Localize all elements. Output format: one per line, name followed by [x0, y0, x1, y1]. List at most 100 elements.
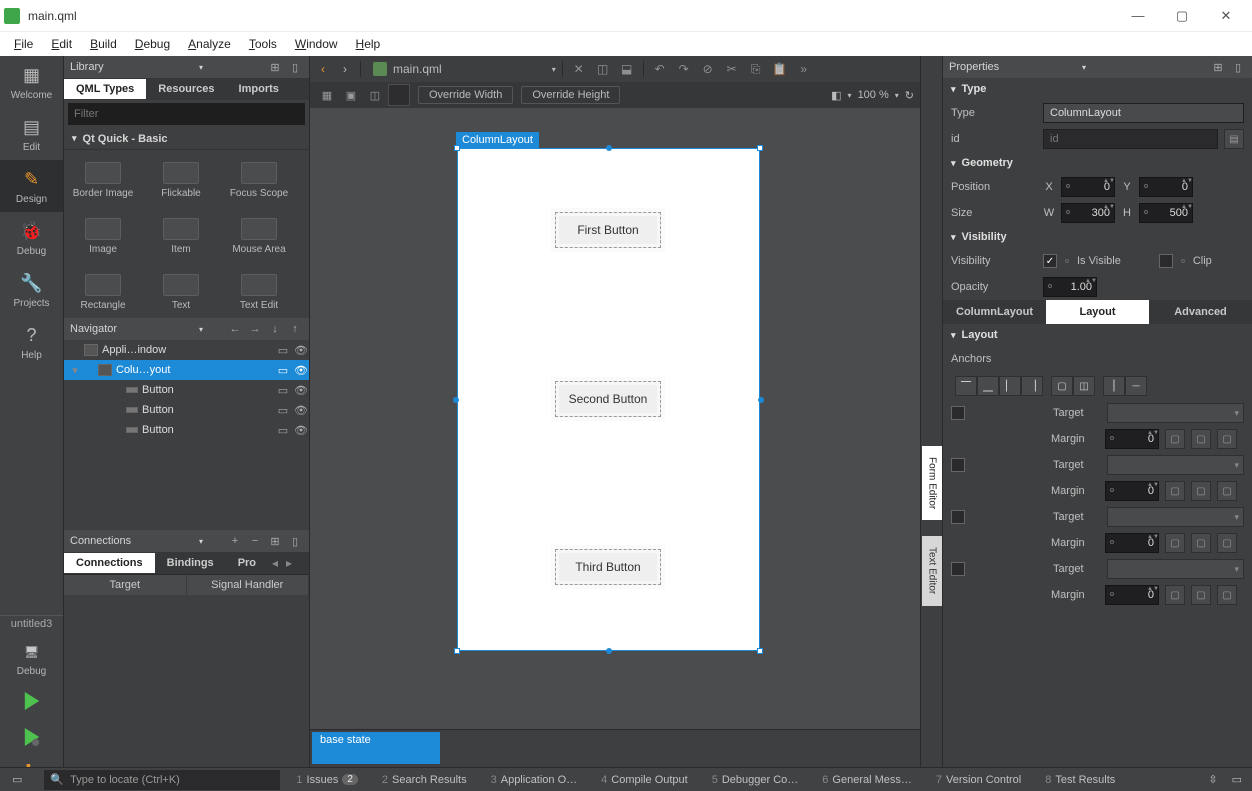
library-category[interactable]: Qt Quick - Basic	[64, 128, 309, 150]
zoom-label[interactable]: 100 %	[858, 89, 889, 101]
ptab-columnlayout[interactable]: ColumnLayout	[943, 300, 1046, 324]
target-combo[interactable]: ▾	[1107, 507, 1244, 527]
conn-split-icon[interactable]: ⊞	[267, 533, 283, 549]
anchors-tool-icon[interactable]: ◫	[364, 84, 386, 106]
status-vcs[interactable]: 7Version Control	[928, 774, 1029, 786]
menu-debug[interactable]: Debug	[127, 35, 178, 53]
color-tool-icon[interactable]: ◧	[831, 89, 841, 102]
button-second[interactable]: Second Button	[555, 381, 661, 417]
menu-help[interactable]: Help	[348, 35, 389, 53]
nav-row-button[interactable]: Button▭👁	[64, 400, 309, 420]
library-filter-input[interactable]: Filter	[68, 103, 305, 125]
type-field[interactable]: ColumnLayout	[1043, 103, 1244, 123]
redo-icon[interactable]: ↷	[674, 59, 694, 79]
item-focus-scope[interactable]: Focus Scope	[220, 152, 298, 208]
item-mouse-area[interactable]: Mouse Area	[220, 208, 298, 264]
section-type[interactable]: Type	[943, 78, 1252, 100]
id-input[interactable]: id	[1043, 129, 1218, 149]
tab-pro[interactable]: Pro	[226, 553, 268, 573]
paste-icon[interactable]: 📋	[770, 59, 790, 79]
button-third[interactable]: Third Button	[555, 549, 661, 585]
status-issues[interactable]: 1Issues2	[288, 774, 365, 786]
tab-bindings[interactable]: Bindings	[155, 553, 226, 573]
status-debugger[interactable]: 5Debugger Co…	[704, 774, 807, 786]
more-icon[interactable]: »	[794, 59, 814, 79]
copy-icon[interactable]: ⎘	[746, 59, 766, 79]
refresh-icon[interactable]: ↻	[905, 89, 914, 102]
anchor-center-icon[interactable]: ◫	[1073, 376, 1095, 396]
stop-icon[interactable]: ⊘	[698, 59, 718, 79]
tab-form-editor[interactable]: Form Editor	[922, 446, 942, 520]
margin-mode-icon[interactable]: ▢	[1165, 429, 1185, 449]
connections-col-target[interactable]: Target	[64, 575, 187, 595]
section-visibility[interactable]: Visibility	[943, 226, 1252, 248]
status-tests[interactable]: 8Test Results	[1037, 774, 1123, 786]
target-combo[interactable]: ▾	[1107, 403, 1244, 423]
anchor-right-icon[interactable]: ▕	[1021, 376, 1043, 396]
run-debug-button[interactable]	[0, 719, 63, 755]
tab-resources[interactable]: Resources	[146, 79, 226, 99]
status-close-pane-icon[interactable]: ▭	[1232, 773, 1242, 786]
library-close-icon[interactable]: ▯	[287, 59, 303, 75]
override-height-input[interactable]: Override Height	[521, 86, 620, 104]
status-compile[interactable]: 4Compile Output	[593, 774, 696, 786]
reset-size-icon[interactable]	[388, 84, 410, 106]
width-input[interactable]: 300▲▼	[1061, 203, 1115, 223]
status-updown-icon[interactable]: ⇳	[1208, 773, 1217, 786]
window-minimize-button[interactable]: —	[1116, 2, 1160, 30]
split-v-icon[interactable]: ⬓	[617, 59, 637, 79]
kit-label[interactable]: Debug	[0, 666, 63, 677]
anchor-enable-checkbox[interactable]	[951, 510, 965, 524]
anchor-hcenter-icon[interactable]: ─	[1125, 376, 1147, 396]
height-input[interactable]: 500▲▼	[1139, 203, 1193, 223]
tab-scroll-left[interactable]: ◂	[268, 556, 282, 570]
design-canvas[interactable]: ColumnLayout First Button Second Button …	[310, 108, 920, 729]
props-close-icon[interactable]: ▯	[1230, 59, 1246, 75]
menu-edit[interactable]: Edit	[43, 35, 80, 53]
tab-connections[interactable]: Connections	[64, 553, 155, 573]
pos-y-input[interactable]: 0▲▼	[1139, 177, 1193, 197]
tab-qml-types[interactable]: QML Types	[64, 79, 146, 99]
nav-row-button[interactable]: Button▭👁	[64, 420, 309, 440]
menu-window[interactable]: Window	[287, 35, 346, 53]
window-close-button[interactable]: ✕	[1204, 2, 1248, 30]
status-search[interactable]: 2Search Results	[374, 774, 475, 786]
anchor-bottom-icon[interactable]: ⎽	[977, 376, 999, 396]
item-border-image[interactable]: Border Image	[64, 152, 142, 208]
cut-icon[interactable]: ✂	[722, 59, 742, 79]
margin-input[interactable]: 0▲▼	[1105, 585, 1159, 605]
anchor-vcenter-icon[interactable]: ⎮	[1103, 376, 1125, 396]
target-combo[interactable]: ▾	[1107, 559, 1244, 579]
locator-input[interactable]: 🔍Type to locate (Ctrl+K)	[44, 770, 280, 790]
doc-back-icon[interactable]: ‹	[314, 62, 332, 76]
override-width-input[interactable]: Override Width	[418, 86, 513, 104]
mode-help[interactable]: ?Help	[0, 316, 63, 368]
margin-input[interactable]: 0▲▼	[1105, 481, 1159, 501]
nav-left-icon[interactable]: ←	[227, 321, 243, 337]
window-maximize-button[interactable]: ▢	[1160, 2, 1204, 30]
item-rectangle[interactable]: Rectangle	[64, 264, 142, 318]
document-tab[interactable]: main.qml	[367, 62, 448, 76]
snap-icon[interactable]: ▦	[316, 84, 338, 106]
mode-edit[interactable]: ▤Edit	[0, 108, 63, 160]
menu-build[interactable]: Build	[82, 35, 125, 53]
close-doc-icon[interactable]: ✕	[569, 59, 589, 79]
section-layout[interactable]: Layout	[943, 324, 1252, 346]
clip-checkbox[interactable]	[1159, 254, 1173, 268]
menu-file[interactable]: File	[6, 35, 41, 53]
tab-scroll-right[interactable]: ▸	[282, 556, 296, 570]
anchor-fill-icon[interactable]: ▢	[1051, 376, 1073, 396]
conn-remove-icon[interactable]: −	[247, 533, 263, 549]
nav-up-icon[interactable]: ↑	[287, 321, 303, 337]
nav-row-window[interactable]: Appli…indow▭👁	[64, 340, 309, 360]
menu-analyze[interactable]: Analyze	[180, 35, 239, 53]
kit-icon[interactable]: 🖥	[16, 638, 48, 666]
mode-debug[interactable]: 🐞Debug	[0, 212, 63, 264]
mode-design[interactable]: ✎Design	[0, 160, 63, 212]
anchor-enable-checkbox[interactable]	[951, 406, 965, 420]
anchor-enable-checkbox[interactable]	[951, 562, 965, 576]
ptab-advanced[interactable]: Advanced	[1149, 300, 1252, 324]
item-text[interactable]: Text	[142, 264, 220, 318]
bounds-icon[interactable]: ▣	[340, 84, 362, 106]
anchor-left-icon[interactable]: ▏	[999, 376, 1021, 396]
